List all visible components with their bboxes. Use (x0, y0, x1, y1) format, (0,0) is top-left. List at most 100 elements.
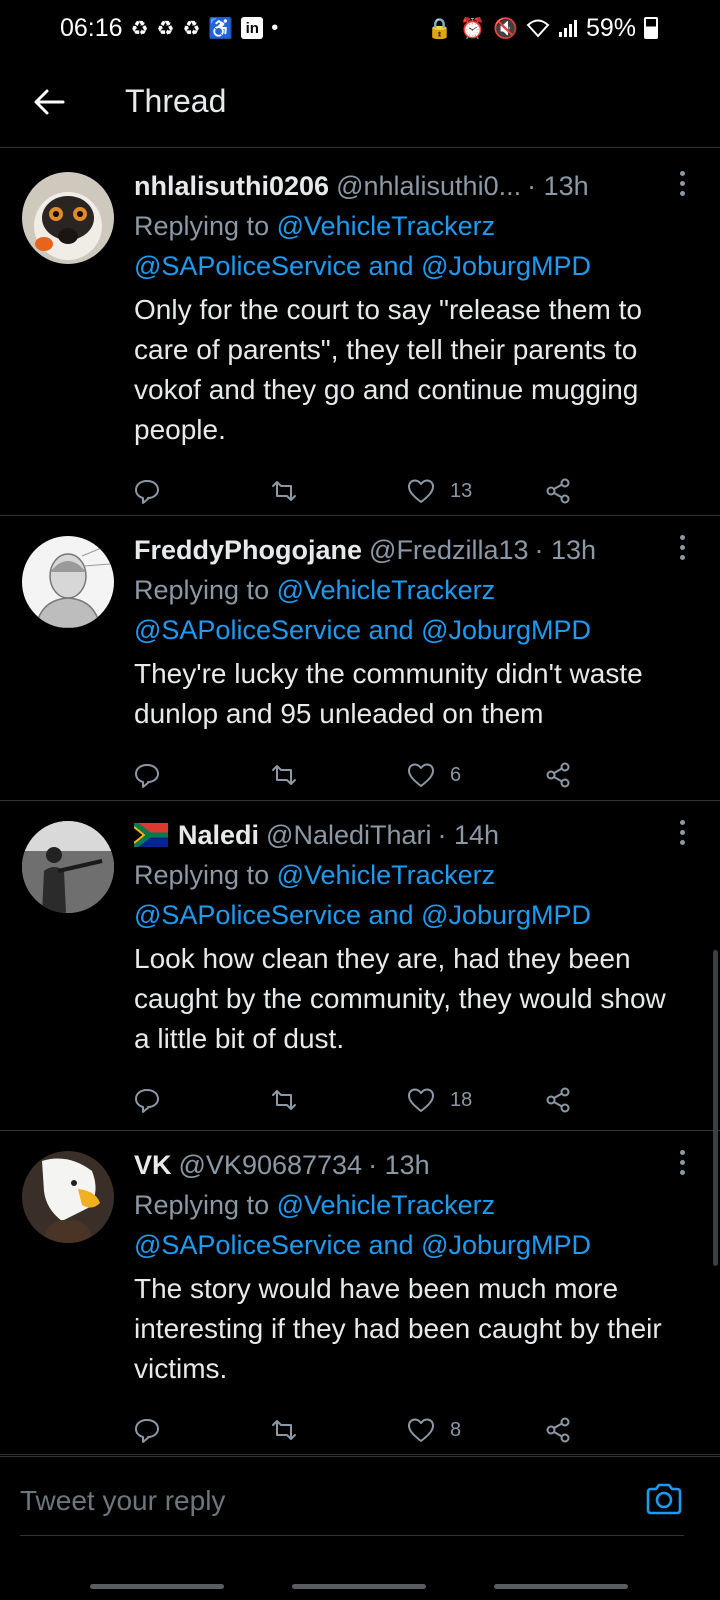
tweet-time: · 13h (527, 170, 589, 201)
more-options-button[interactable] (672, 532, 692, 562)
back-arrow-icon (34, 89, 65, 114)
man-sketch-avatar-icon (22, 536, 114, 628)
more-options-button[interactable] (672, 168, 692, 198)
user-handle[interactable]: @Fredzilla13 (369, 535, 528, 566)
tweet[interactable]: VK @VK90687734 · 13h Replying to @Vehicl… (0, 1131, 720, 1455)
tweet-time: · 13h (534, 534, 597, 565)
like-button[interactable]: 8 (406, 1415, 543, 1445)
tweet-text: Look how clean they are, had they been c… (134, 943, 666, 1054)
reply-button[interactable] (132, 476, 269, 506)
display-name[interactable]: Naledi (178, 820, 259, 851)
share-button[interactable] (543, 1415, 680, 1445)
mention-link[interactable]: @VehicleTrackerz (277, 860, 495, 890)
retweet-button[interactable] (269, 1085, 406, 1115)
mention-link[interactable]: @VehicleTrackerz (277, 211, 495, 241)
retweet-icon (272, 1420, 296, 1440)
retweet-icon (272, 765, 296, 785)
retweet-button[interactable] (269, 760, 406, 790)
tweet-text: Only for the court to say "release them … (134, 294, 642, 445)
user-handle[interactable]: @VK90687734 (179, 1150, 363, 1181)
replying-to: Replying to @VehicleTrackerz @SAPoliceSe… (134, 206, 680, 286)
tweet[interactable]: Naledi @NalediThari · 14h Replying to @V… (0, 801, 720, 1131)
more-notifications-dot-icon: • (271, 16, 279, 39)
eagle-avatar-icon (22, 1151, 114, 1243)
tweet-text: The story would have been much more inte… (134, 1273, 662, 1384)
like-button[interactable]: 13 (406, 476, 543, 506)
replying-to: Replying to @VehicleTrackerz @SAPoliceSe… (134, 855, 680, 935)
like-button[interactable]: 6 (406, 760, 543, 790)
display-name[interactable]: nhlalisuthi0206 (134, 171, 329, 202)
back-button[interactable] (19, 72, 79, 132)
reply-button[interactable] (132, 1085, 269, 1115)
mute-icon: 🔇 (493, 17, 518, 40)
heart-icon (408, 479, 434, 503)
reply-input[interactable] (20, 1477, 580, 1525)
like-count: 8 (450, 1418, 462, 1441)
retweet-button[interactable] (269, 1415, 406, 1445)
recycle-notification-icon: ♻ (130, 17, 149, 40)
replying-to: Replying to @VehicleTrackerz @SAPoliceSe… (134, 570, 680, 650)
mention-link[interactable]: @SAPoliceService (134, 251, 361, 281)
share-button[interactable] (543, 760, 680, 790)
linkedin-icon: in (241, 17, 264, 39)
display-name[interactable]: VK (134, 1150, 172, 1181)
camera-icon (646, 1483, 682, 1515)
reply-bar (0, 1456, 720, 1562)
replying-prefix: Replying to (134, 1190, 270, 1220)
nav-recents-button[interactable] (90, 1584, 224, 1589)
lemur-avatar-icon (22, 172, 114, 264)
nav-home-button[interactable] (292, 1584, 426, 1589)
recycle-notification-icon: ♻ (182, 17, 201, 40)
mention-link[interactable]: @JoburgMPD (421, 1230, 591, 1260)
tweet[interactable]: FreddyPhogojane @Fredzilla13 · 13h Reply… (0, 516, 720, 801)
mention-link[interactable]: @SAPoliceService (134, 1230, 361, 1260)
more-options-button[interactable] (672, 817, 692, 847)
reply-button[interactable] (132, 1415, 269, 1445)
avatar[interactable] (22, 821, 114, 913)
mention-link[interactable]: @JoburgMPD (421, 251, 591, 281)
avatar[interactable] (22, 172, 114, 264)
status-bar: 06:16 ♻ ♻ ♻ ♿ in • 🔒 ⏰ 🔇 59% (0, 0, 720, 56)
status-right: 🔒 ⏰ 🔇 59% (427, 14, 658, 43)
reply-button[interactable] (132, 760, 269, 790)
alarm-icon: ⏰ (460, 17, 486, 40)
mention-link[interactable]: @JoburgMPD (421, 900, 591, 930)
reply-input-underline (20, 1535, 684, 1536)
nav-back-button[interactable] (494, 1584, 628, 1589)
top-bar: Thread (0, 56, 720, 148)
more-options-button[interactable] (672, 1147, 692, 1177)
like-button[interactable]: 18 (406, 1085, 543, 1115)
page-title: Thread (125, 83, 227, 119)
battery-percent: 59% (585, 13, 636, 42)
camera-button[interactable] (644, 1479, 684, 1519)
share-icon (546, 762, 570, 788)
scrollbar[interactable] (713, 950, 718, 1266)
heart-icon (408, 1418, 434, 1442)
avatar[interactable] (22, 1151, 114, 1243)
replying-to: Replying to @VehicleTrackerz @SAPoliceSe… (134, 1185, 680, 1265)
mention-link[interactable]: @VehicleTrackerz (277, 1190, 495, 1220)
mention-link[interactable]: @SAPoliceService (134, 900, 361, 930)
wifi-icon (526, 18, 550, 38)
user-handle[interactable]: @NalediThari (266, 820, 431, 851)
avatar[interactable] (22, 536, 114, 628)
status-left: 06:16 ♻ ♻ ♻ ♿ in • (60, 14, 278, 43)
user-handle[interactable]: @nhlalisuthi0... (336, 171, 521, 202)
share-button[interactable] (543, 476, 680, 506)
share-icon (546, 478, 570, 504)
mention-link[interactable]: @VehicleTrackerz (277, 575, 495, 605)
retweet-icon (272, 481, 296, 501)
reply-icon (135, 764, 159, 788)
mention-joiner: and (361, 615, 422, 645)
south-africa-flag-icon (134, 823, 168, 847)
mention-link[interactable]: @SAPoliceService (134, 615, 361, 645)
retweet-button[interactable] (269, 476, 406, 506)
display-name[interactable]: FreddyPhogojane (134, 535, 362, 566)
replying-prefix: Replying to (134, 211, 270, 241)
share-icon (546, 1087, 570, 1113)
replying-prefix: Replying to (134, 575, 270, 605)
mention-link[interactable]: @JoburgMPD (421, 615, 591, 645)
share-button[interactable] (543, 1085, 680, 1115)
lock-icon: 🔒 (427, 17, 453, 40)
tweet[interactable]: nhlalisuthi0206 @nhlalisuthi0... · 13h R… (0, 152, 720, 516)
